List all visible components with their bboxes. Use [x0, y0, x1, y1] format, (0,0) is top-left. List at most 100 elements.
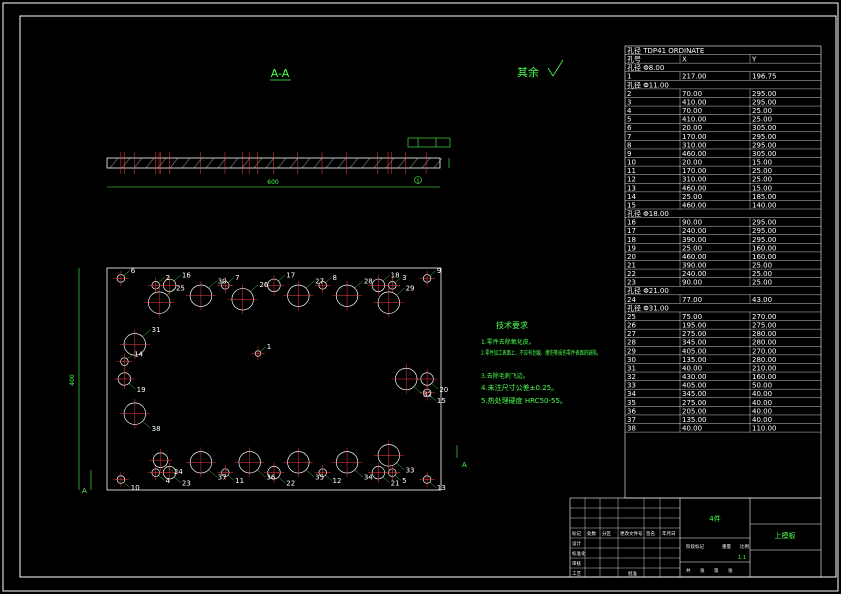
table-cell-id: 25: [627, 313, 636, 321]
table-cell-id: 34: [627, 390, 636, 398]
table-cell-x: 25.00: [682, 244, 702, 252]
requirement-item: 1.零件去除氧化皮。: [481, 338, 535, 346]
part-name: 4件: [709, 514, 720, 523]
hole-label: 1: [267, 343, 271, 351]
plate-top-view: 400 A A 12 34 567 891011 1213141516 17 1819 202…: [69, 267, 467, 495]
hole-28: 28: [332, 277, 373, 311]
hole-leader: [142, 421, 151, 429]
hatch-line: [109, 157, 119, 169]
table-cell-y: 280.00: [752, 339, 777, 347]
hole-label: 6: [131, 267, 136, 275]
hole-label: 7: [235, 274, 239, 282]
table-group-label: 孔径 Φ31.00: [627, 303, 669, 312]
table-cell-x: 410.00: [682, 98, 707, 106]
ordinate-table-rows: 孔径 TDP41 ORDINATE孔号 X Y 孔径 Φ8.001 217.00 196.…: [625, 46, 821, 433]
table-cell-id: 17: [627, 227, 636, 235]
hole-35: 35: [283, 447, 324, 482]
hatch-line: [301, 157, 311, 169]
title-block: 4件 上模板 1:1 标记 处数 分区 更改文件号 签名 年月日设计标准化 阶段标记 重量 比例…: [569, 497, 822, 578]
hole-label: 27: [315, 277, 324, 285]
table-cell-id: 7: [627, 133, 631, 141]
table-cell-id: 37: [627, 416, 636, 424]
table-cell-x: 345.00: [682, 339, 707, 347]
hole-label: 35: [315, 474, 324, 482]
table-cell-x: 275.00: [682, 330, 707, 338]
hole-label: 8: [333, 274, 337, 282]
hole-18: 18: [368, 272, 400, 296]
title-block-label: 年月日: [662, 530, 676, 537]
hole-leader: [208, 469, 217, 478]
table-header: Y: [751, 56, 757, 64]
table-cell-x: 405.00: [682, 347, 707, 355]
table-cell-x: 345.00: [682, 390, 707, 398]
hatch-line: [349, 157, 359, 169]
hole-label: 37: [218, 474, 227, 482]
hole-label: 18: [391, 272, 400, 280]
title-block-label: 分区: [602, 530, 611, 537]
table-cell-x: 405.00: [682, 382, 707, 390]
hole-leader: [278, 274, 286, 282]
table-cell-x: 135.00: [682, 416, 707, 424]
table-cell-x: 205.00: [682, 407, 707, 415]
hole-leader: [278, 476, 286, 484]
hole-9: 9: [419, 267, 441, 287]
requirement-item: 2.零件加工表面上，不应有划痕、擦伤等损伤零件表面的缺陷。: [481, 349, 601, 357]
hole-label: 24: [174, 468, 183, 476]
hole-label: 10: [131, 484, 140, 492]
table-cell-y: 25.00: [752, 176, 772, 184]
section-view: 600 1: [106, 137, 451, 188]
table-cell-y: 40.00: [752, 416, 772, 424]
table-cell-y: 295.00: [752, 141, 777, 149]
surface-finish-note: 其余: [517, 65, 539, 79]
table-cell-x: 430.00: [682, 373, 707, 381]
hatch-line: [325, 157, 335, 169]
table-cell-id: 9: [627, 150, 631, 158]
hole-layer: 12 34 567 891011 1213141516 17 1819 20212223242…: [113, 267, 448, 492]
hole-14: 14: [116, 350, 144, 370]
section-marker-left: A: [82, 487, 87, 495]
table-cell-x: 240.00: [682, 227, 707, 235]
table-cell-id: 23: [627, 279, 636, 287]
hole-label: 17: [286, 272, 295, 280]
hole-label: 32: [423, 390, 432, 398]
table-cell-y: 140.00: [752, 201, 777, 209]
table-group-label: 孔径 Φ18.00: [627, 209, 669, 218]
title-block-label: 审核: [572, 560, 581, 567]
table-cell-y: 25.00: [752, 107, 772, 115]
table-cell-id: 20: [627, 253, 636, 261]
drawing-sheet: A-A 其余 600 1 400 A A 12 34 567 891011 121314…: [2, 2, 839, 592]
table-cell-y: 25.00: [752, 279, 772, 287]
hatch-line: [373, 157, 383, 169]
hatch-line: [145, 157, 155, 169]
hatch-line: [361, 157, 371, 169]
table-cell-id: 30: [627, 356, 636, 364]
table-cell-y: 210.00: [752, 364, 777, 372]
table-cell-y: 295.00: [752, 227, 777, 235]
hole-label: 23: [182, 479, 191, 487]
table-cell-id: 6: [627, 124, 632, 132]
hole-label: 3: [402, 274, 406, 282]
title-block-label: 批准: [628, 570, 637, 577]
table-cell-y: 40.00: [752, 399, 772, 407]
hole-label: 38: [152, 425, 161, 433]
hole-38: 38: [120, 398, 161, 433]
title-block-label: 阶段标记: [686, 543, 704, 550]
table-cell-x: 20.00: [682, 159, 702, 167]
hole-label: 15: [437, 397, 446, 405]
sheet-inner-border: [19, 15, 837, 578]
table-cell-x: 310.00: [682, 141, 707, 149]
table-cell-y: 160.00: [752, 244, 777, 252]
datum-callout-label: 1: [416, 179, 419, 185]
hole-label: 16: [182, 272, 191, 280]
table-cell-id: 36: [627, 407, 636, 415]
table-cell-x: 275.00: [682, 399, 707, 407]
hole-10: 10: [113, 471, 140, 492]
hatch-line: [133, 157, 143, 169]
table-cell-y: 160.00: [752, 373, 777, 381]
hatch-line: [313, 157, 323, 169]
table-cell-id: 22: [627, 270, 636, 278]
hole-leader: [208, 280, 217, 289]
table-cell-x: 240.00: [682, 270, 707, 278]
table-cell-x: 25.00: [682, 193, 702, 201]
title-block-label: 张: [700, 567, 705, 574]
